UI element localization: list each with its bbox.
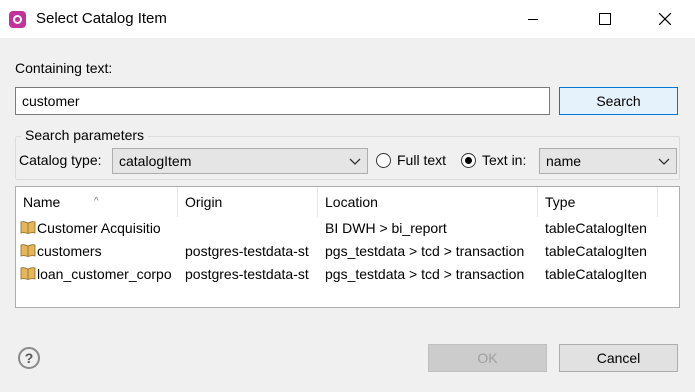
sort-ascending-icon: ^	[94, 196, 99, 207]
table-row-cell-origin[interactable]: postgres-testdata-st	[178, 263, 318, 286]
row-name-label: loan_customer_corpo	[37, 266, 172, 282]
minimize-icon	[528, 19, 538, 20]
results-table[interactable]: Name ^ Origin Location Type Customer Acq…	[15, 186, 680, 308]
full-text-radio[interactable]	[376, 153, 391, 168]
app-logo-icon	[9, 11, 26, 28]
maximize-icon	[599, 13, 611, 25]
column-header-location[interactable]: Location	[318, 187, 538, 217]
cancel-button[interactable]: Cancel	[559, 344, 678, 372]
column-name-label: Name	[23, 194, 61, 210]
book-icon	[20, 221, 36, 234]
table-row-cell-name[interactable]: customers	[16, 240, 178, 263]
table-row-cell-type[interactable]: tableCatalogIten	[538, 240, 658, 263]
text-in-value: name	[546, 153, 582, 169]
table-row-cell-type[interactable]: tableCatalogIten	[538, 263, 658, 286]
row-name-label: Customer Acquisitio	[37, 220, 161, 236]
search-button[interactable]: Search	[559, 87, 678, 115]
catalog-type-value: catalogItem	[119, 153, 192, 169]
column-header-type[interactable]: Type	[538, 187, 658, 217]
minimize-button[interactable]	[510, 0, 556, 38]
book-icon	[20, 244, 36, 257]
column-header-filler	[658, 187, 679, 217]
column-header-name[interactable]: Name ^	[16, 187, 178, 217]
containing-text-input[interactable]: customer	[15, 87, 550, 115]
column-header-origin[interactable]: Origin	[178, 187, 318, 217]
help-icon[interactable]: ?	[18, 347, 40, 369]
table-row-cell-location[interactable]: pgs_testdata > tcd > transaction	[318, 263, 538, 286]
chevron-down-icon	[349, 158, 361, 165]
table-row-cell-type[interactable]: tableCatalogIten	[538, 217, 658, 240]
maximize-button[interactable]	[582, 0, 628, 38]
full-text-label: Full text	[397, 152, 447, 168]
ok-button[interactable]: OK	[428, 344, 547, 372]
window-title: Select Catalog Item	[36, 10, 167, 27]
table-row-cell-origin[interactable]	[178, 217, 318, 240]
containing-text-label: Containing text:	[15, 60, 113, 76]
text-in-label: Text in:	[482, 152, 527, 168]
table-row-cell-name[interactable]: loan_customer_corpo	[16, 263, 178, 286]
row-name-label: customers	[37, 243, 102, 259]
table-row-cell-name[interactable]: Customer Acquisitio	[16, 217, 178, 240]
search-parameters-title: Search parameters	[21, 127, 149, 143]
title-bar: Select Catalog Item	[0, 0, 695, 38]
close-button[interactable]	[642, 0, 688, 38]
catalog-type-label: Catalog type:	[19, 152, 102, 168]
table-row-cell-origin[interactable]: postgres-testdata-st	[178, 240, 318, 263]
table-row-cell-location[interactable]: pgs_testdata > tcd > transaction	[318, 240, 538, 263]
chevron-down-icon	[658, 158, 670, 165]
close-icon	[658, 12, 672, 26]
book-icon	[20, 267, 36, 280]
catalog-type-select[interactable]: catalogItem	[112, 148, 368, 174]
text-in-radio[interactable]	[461, 153, 476, 168]
table-row-cell-location[interactable]: BI DWH > bi_report	[318, 217, 538, 240]
text-in-select[interactable]: name	[539, 148, 677, 174]
